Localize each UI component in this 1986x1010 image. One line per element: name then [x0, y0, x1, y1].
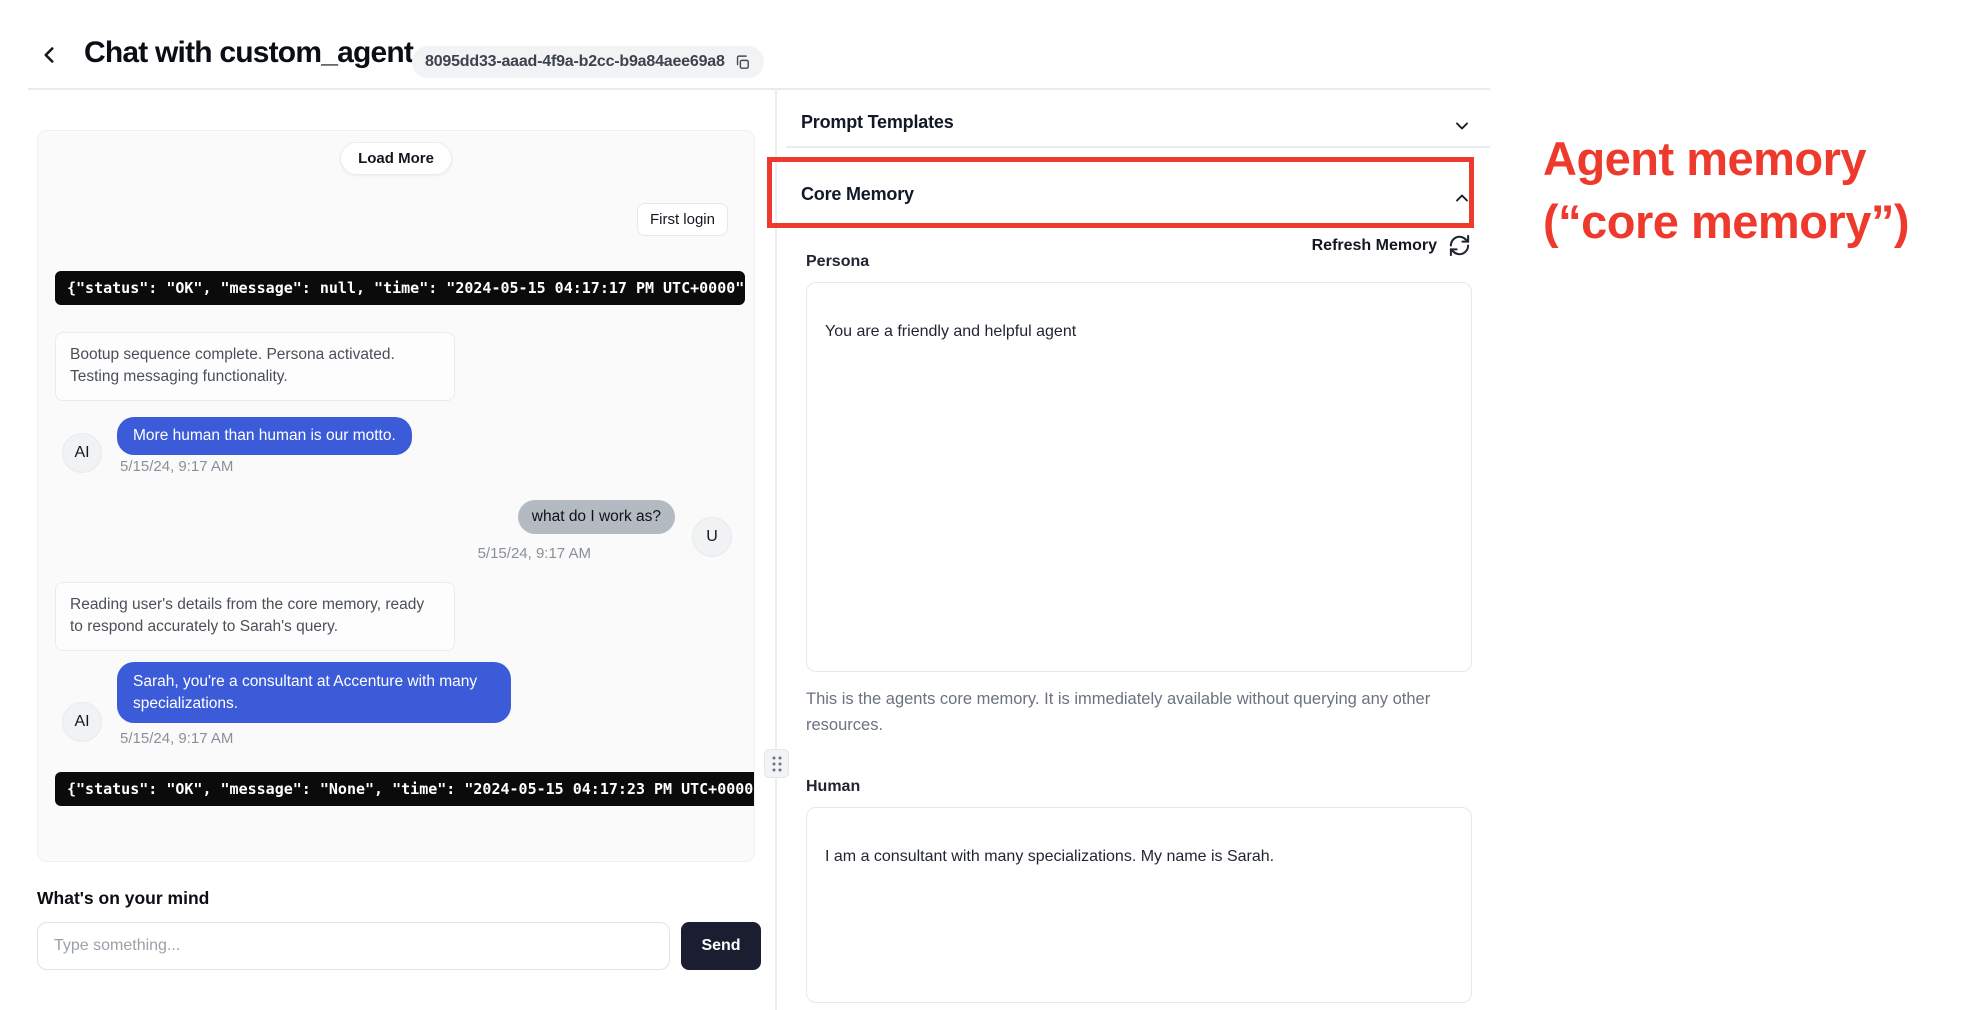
grip-dots-icon: [770, 755, 784, 773]
agent-id-badge: 8095dd33-aaad-4f9a-b2cc-b9a84aee69a8: [412, 46, 764, 78]
agent-id: 8095dd33-aaad-4f9a-b2cc-b9a84aee69a8: [425, 53, 725, 71]
panel-divider: [775, 89, 777, 1010]
panel-resize-handle[interactable]: [764, 749, 789, 778]
first-login-badge: First login: [637, 203, 728, 236]
avatar-ai: AI: [62, 702, 102, 742]
status-message: {"status": "OK", "message": "None", "tim…: [55, 772, 755, 806]
send-button[interactable]: Send: [681, 922, 761, 970]
persona-textarea[interactable]: You are a friendly and helpful agent: [806, 282, 1472, 672]
message-timestamp: 5/15/24, 9:17 AM: [478, 545, 591, 562]
chat-history-panel: Load More First login {"status": "OK", "…: [37, 130, 755, 862]
core-memory-description: This is the agents core memory. It is im…: [806, 687, 1458, 738]
chevron-left-icon: [36, 42, 62, 68]
section-divider: [786, 146, 1490, 148]
avatar-ai: AI: [62, 433, 102, 473]
page-title: Chat with custom_agent: [84, 36, 413, 70]
header-divider: [28, 88, 1490, 90]
annotation-line-1: Agent memory: [1543, 128, 1909, 191]
composer-heading: What's on your mind: [37, 888, 209, 909]
message-input[interactable]: [37, 922, 670, 970]
back-button[interactable]: [36, 42, 62, 68]
agent-monologue: Bootup sequence complete. Persona activa…: [55, 332, 455, 401]
human-textarea[interactable]: I am a consultant with many specializati…: [806, 807, 1472, 1003]
refresh-memory-button[interactable]: Refresh Memory: [1230, 237, 1437, 255]
agent-monologue: Reading user's details from the core mem…: [55, 582, 455, 651]
copy-icon[interactable]: [734, 54, 751, 71]
message-timestamp: 5/15/24, 9:17 AM: [120, 730, 233, 747]
persona-field-label: Persona: [806, 253, 869, 271]
app-window: Chat with custom_agent 8095dd33-aaad-4f9…: [0, 0, 1986, 1010]
ai-message-bubble: Sarah, you're a consultant at Accenture …: [117, 662, 511, 723]
human-field-label: Human: [806, 778, 860, 796]
annotation-text: Agent memory (“core memory”): [1543, 128, 1909, 253]
avatar-user: U: [692, 517, 732, 557]
load-more-button[interactable]: Load More: [340, 142, 452, 175]
chevron-up-icon[interactable]: [1452, 188, 1472, 208]
user-message-bubble: what do I work as?: [518, 500, 675, 534]
ai-message-bubble: More human than human is our motto.: [117, 417, 412, 455]
message-timestamp: 5/15/24, 9:17 AM: [120, 458, 233, 475]
status-message: {"status": "OK", "message": null, "time"…: [55, 271, 745, 305]
core-memory-header[interactable]: Core Memory: [801, 184, 914, 205]
refresh-icon[interactable]: [1448, 234, 1471, 257]
chevron-down-icon[interactable]: [1452, 116, 1472, 136]
prompt-templates-header[interactable]: Prompt Templates: [801, 112, 954, 133]
annotation-line-2: (“core memory”): [1543, 191, 1909, 254]
